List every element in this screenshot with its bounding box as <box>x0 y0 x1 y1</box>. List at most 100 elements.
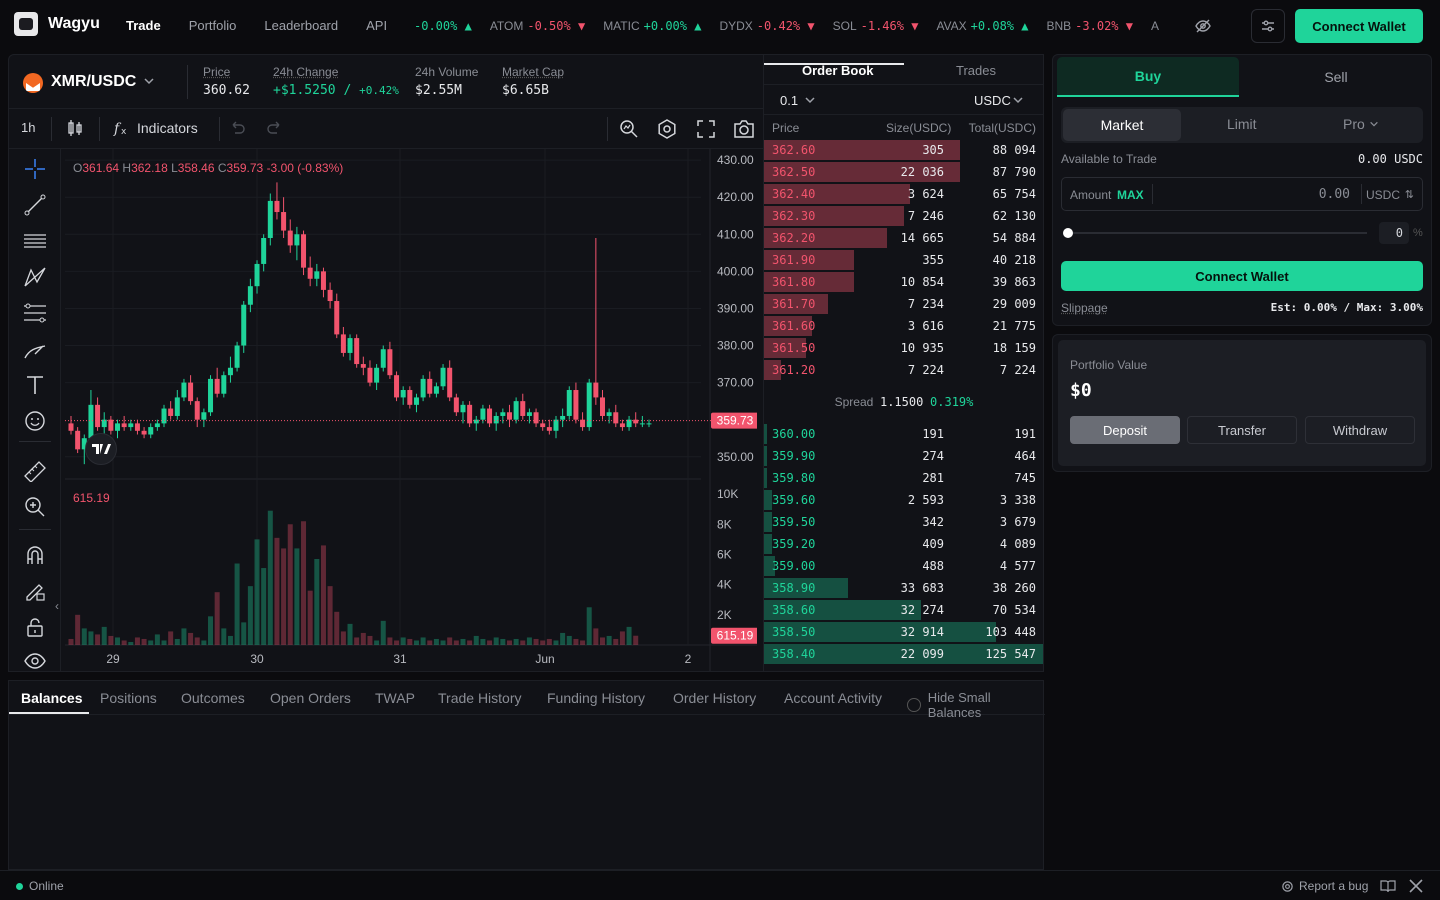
ask-row[interactable]: 361.60 3 616 21 775 <box>764 315 1043 337</box>
ask-row[interactable]: 362.40 3 624 65 754 <box>764 183 1043 205</box>
ask-row[interactable]: 361.90 355 40 218 <box>764 249 1043 271</box>
report-bug-link[interactable]: Report a bug <box>1281 879 1368 893</box>
tab-positions[interactable]: Positions <box>100 690 157 706</box>
tab-balances[interactable]: Balances <box>21 690 82 706</box>
nav-portfolio[interactable]: Portfolio <box>189 18 237 33</box>
x-twitter-icon[interactable] <box>1409 879 1423 896</box>
lock-drawing-icon[interactable] <box>23 579 47 603</box>
tick-size-selector[interactable]: 0.1 <box>780 93 798 108</box>
bid-row[interactable]: 358.50 32 914 103 448 <box>764 621 1043 643</box>
buy-tab[interactable]: Buy <box>1057 57 1239 97</box>
redo-icon[interactable] <box>267 121 283 138</box>
ask-row[interactable]: 362.20 14 665 54 884 <box>764 227 1043 249</box>
tab-outcomes[interactable]: Outcomes <box>181 690 245 706</box>
crosshair-icon[interactable] <box>23 157 47 181</box>
zoom-in-icon[interactable] <box>23 495 47 519</box>
bid-row[interactable]: 359.00 488 4 577 <box>764 555 1043 577</box>
ticker-item[interactable]: DYDX -0.42% ▼ <box>719 19 814 33</box>
trend-line-icon[interactable] <box>23 193 47 217</box>
camera-icon[interactable] <box>733 120 755 141</box>
chevron-down-icon[interactable] <box>804 94 816 109</box>
horizontal-lines-icon[interactable] <box>23 229 47 253</box>
bid-row[interactable]: 359.50 342 3 679 <box>764 511 1043 533</box>
nav-trade[interactable]: Trade <box>126 18 161 33</box>
amount-input[interactable]: Amount MAX 0.00 USDC ⇅ <box>1061 177 1423 211</box>
ticker-item[interactable]: SOL -1.46% ▼ <box>833 19 919 33</box>
bid-row[interactable]: 359.20 409 4 089 <box>764 533 1043 555</box>
nav-leaderboard[interactable]: Leaderboard <box>264 18 338 33</box>
chevron-down-icon[interactable] <box>1012 94 1024 109</box>
indicators-button[interactable]: Indicators <box>137 120 198 136</box>
magnet-icon[interactable] <box>23 543 47 567</box>
lock-icon[interactable] <box>23 615 47 639</box>
hide-small-balances-toggle[interactable]: Hide Small Balances <box>907 690 1045 720</box>
ticker-item[interactable]: BNB -3.02% ▼ <box>1046 19 1133 33</box>
deposit-button[interactable]: Deposit <box>1070 416 1180 444</box>
withdraw-button[interactable]: Withdraw <box>1305 416 1415 444</box>
tab-open-orders[interactable]: Open Orders <box>270 690 351 706</box>
fullscreen-icon[interactable] <box>697 120 715 141</box>
tab-order-book[interactable]: Order Book <box>802 63 874 78</box>
bid-row[interactable]: 358.40 22 099 125 547 <box>764 643 1043 665</box>
order-type-market[interactable]: Market <box>1063 109 1181 141</box>
bid-row[interactable]: 359.80 281 745 <box>764 467 1043 489</box>
pattern-icon[interactable] <box>23 265 47 289</box>
undo-icon[interactable] <box>229 121 245 138</box>
ask-row[interactable]: 361.20 7 224 7 224 <box>764 359 1043 381</box>
percent-input[interactable]: 0 <box>1379 222 1409 244</box>
connect-wallet-trade-button[interactable]: Connect Wallet <box>1061 261 1423 291</box>
bid-row[interactable]: 358.90 33 683 38 260 <box>764 577 1043 599</box>
interval-selector[interactable]: 1h <box>21 120 35 135</box>
settings-button[interactable] <box>1251 9 1285 43</box>
bid-row[interactable]: 358.60 32 274 70 534 <box>764 599 1043 621</box>
tradingview-logo[interactable] <box>85 433 117 465</box>
order-type-pro[interactable]: Pro <box>1343 116 1379 132</box>
ticker-item[interactable]: ATOM -0.50% ▼ <box>490 19 585 33</box>
emoji-icon[interactable] <box>23 409 47 433</box>
pair-selector[interactable]: XMR/USDC <box>51 73 136 91</box>
ask-row[interactable]: 362.30 7 246 62 130 <box>764 205 1043 227</box>
tab-trades[interactable]: Trades <box>956 63 996 78</box>
bid-row[interactable]: 359.90 274 464 <box>764 445 1043 467</box>
hide-ticker-icon[interactable] <box>1195 18 1211 37</box>
tab-account-activity[interactable]: Account Activity <box>784 690 882 706</box>
tab-trade-history[interactable]: Trade History <box>438 690 522 706</box>
ticker-item[interactable]: MATIC +0.00% ▲ <box>603 19 701 33</box>
collapse-toolbar-icon[interactable]: ‹ <box>55 599 59 613</box>
quick-search-icon[interactable] <box>619 119 639 142</box>
sell-tab[interactable]: Sell <box>1243 57 1429 97</box>
chevron-down-icon[interactable] <box>143 75 155 90</box>
ticker-item[interactable]: AVAX +0.08% ▲ <box>936 19 1028 33</box>
ruler-icon[interactable] <box>23 459 47 483</box>
candlestick-chart-svg[interactable]: 29 30 31 Jun 2 430.00 420.00 410.00 400.00 390.00… <box>65 149 759 672</box>
ask-row[interactable]: 362.60 305 88 094 <box>764 139 1043 161</box>
amount-unit-selector[interactable]: USDC <box>1366 188 1400 202</box>
connect-wallet-button[interactable]: Connect Wallet <box>1295 9 1423 43</box>
order-type-limit[interactable]: Limit <box>1227 116 1257 132</box>
max-button[interactable]: MAX <box>1117 188 1144 202</box>
amount-slider[interactable] <box>1063 228 1367 238</box>
fib-icon[interactable] <box>23 301 47 325</box>
quote-currency-selector[interactable]: USDC <box>974 93 1011 108</box>
transfer-button[interactable]: Transfer <box>1187 416 1297 444</box>
bid-row[interactable]: 360.00 191 191 <box>764 423 1043 445</box>
tab-twap[interactable]: TWAP <box>375 690 415 706</box>
brush-icon[interactable] <box>23 337 47 361</box>
price-chart[interactable]: 29 30 31 Jun 2 430.00 420.00 410.00 400.00 390.00… <box>65 149 759 672</box>
ask-row[interactable]: 361.50 10 935 18 159 <box>764 337 1043 359</box>
tab-order-history[interactable]: Order History <box>673 690 756 706</box>
ticker-item[interactable]: A <box>1151 19 1163 33</box>
indicators-icon[interactable]: fx <box>113 119 131 140</box>
bid-row[interactable]: 359.60 2 593 3 338 <box>764 489 1043 511</box>
nav-api[interactable]: API <box>366 18 387 33</box>
gear-icon[interactable] <box>657 119 677 142</box>
text-icon[interactable] <box>23 373 47 397</box>
docs-icon[interactable] <box>1380 879 1396 896</box>
logo[interactable]: Wagyu <box>14 12 100 36</box>
ask-row[interactable]: 361.80 10 854 39 863 <box>764 271 1043 293</box>
checkbox[interactable] <box>907 698 921 712</box>
eye-icon[interactable] <box>23 649 47 671</box>
swap-unit-icon[interactable]: ⇅ <box>1405 188 1414 201</box>
tab-funding-history[interactable]: Funding History <box>547 690 645 706</box>
ticker-item[interactable]: -0.00% ▲ <box>410 19 472 33</box>
